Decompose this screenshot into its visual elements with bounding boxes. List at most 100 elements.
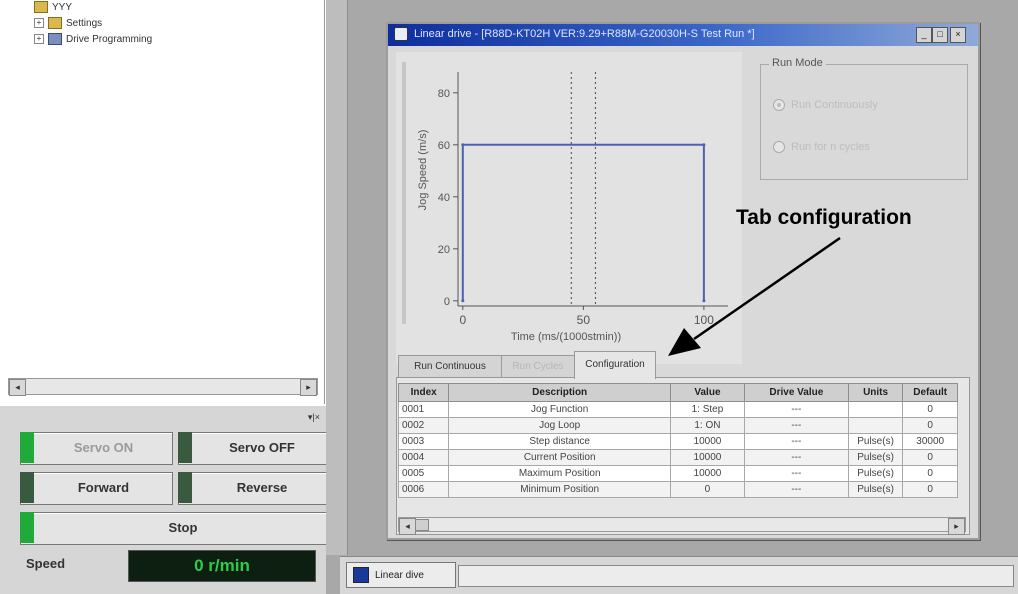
- description-cell: Minimum Position: [448, 481, 671, 498]
- app-icon: [394, 27, 408, 41]
- description-cell: Current Position: [448, 449, 671, 466]
- annotation-label: Tab configuration: [736, 206, 912, 229]
- chart-point: [702, 299, 706, 303]
- chart-scrollbar[interactable]: [402, 62, 406, 324]
- default-cell: 0: [902, 401, 958, 418]
- tab-run-continuous[interactable]: Run Continuous: [398, 355, 502, 378]
- reverse-button[interactable]: Reverse: [178, 472, 332, 505]
- column-header[interactable]: Drive Value: [743, 383, 849, 402]
- scroll-left-icon[interactable]: ◂: [9, 379, 26, 396]
- chart-point: [461, 143, 465, 147]
- workspace-splitter[interactable]: [326, 0, 348, 555]
- scroll-thumb[interactable]: [415, 519, 429, 531]
- minimize-icon[interactable]: _: [916, 27, 932, 43]
- table-row[interactable]: 0006 Minimum Position 0 --- Pulse(s) 0: [397, 481, 958, 498]
- jog-speed-chart: 0 20 40 60 80 0 50 100 Time (ms/(1000stmin)) Jo…: [396, 52, 742, 364]
- scroll-right-icon[interactable]: ▸: [948, 518, 965, 535]
- servo-off-button[interactable]: Servo OFF: [178, 432, 332, 465]
- value-cell[interactable]: 10000: [670, 465, 745, 482]
- window-titlebar[interactable]: Linear drive - [R88D-KT02H VER:9.29+R88M…: [388, 24, 978, 46]
- default-cell: 30000: [902, 433, 958, 450]
- close-icon[interactable]: ×: [950, 27, 966, 43]
- servo-off-led-icon: [178, 432, 192, 463]
- index-cell: 0003: [397, 433, 450, 450]
- run-cycles-radio[interactable]: Run for n cycles: [773, 141, 870, 153]
- taskbar-empty-area: [458, 565, 1014, 587]
- column-header[interactable]: Index: [397, 383, 450, 402]
- program-icon: [48, 33, 62, 45]
- panel-window-buttons[interactable]: ▾|×: [308, 412, 320, 423]
- forward-button[interactable]: Forward: [20, 472, 173, 505]
- jog-control-panel: ▾|× Servo ON Servo OFF Forward Reverse S…: [0, 404, 332, 594]
- units-cell: Pulse(s): [847, 433, 904, 450]
- column-header[interactable]: Default: [902, 383, 958, 402]
- parameter-table: Index Description Value Drive Value Unit…: [397, 383, 958, 498]
- table-row[interactable]: 0001 Jog Function 1: Step --- 0: [397, 401, 958, 418]
- value-cell[interactable]: 10000: [670, 449, 745, 466]
- tree-item-label: Settings: [66, 17, 103, 29]
- tree-item[interactable]: YYY: [34, 0, 72, 14]
- drive-value-cell: ---: [743, 465, 849, 482]
- servo-on-led-icon: [20, 432, 34, 463]
- value-cell[interactable]: 1: Step: [670, 401, 745, 418]
- table-row[interactable]: 0002 Jog Loop 1: ON --- 0: [397, 417, 958, 434]
- expand-icon[interactable]: +: [34, 18, 44, 28]
- column-header[interactable]: Value: [670, 383, 745, 402]
- tree-item-label: YYY: [52, 1, 73, 13]
- chart-y-tick-label: 0: [444, 296, 450, 308]
- app-icon: [353, 567, 369, 583]
- index-cell: 0006: [397, 481, 450, 498]
- description-cell: Jog Function: [448, 401, 671, 418]
- speed-label: Speed: [26, 556, 66, 571]
- scroll-right-icon[interactable]: ▸: [300, 379, 317, 396]
- servo-on-button[interactable]: Servo ON: [20, 432, 173, 465]
- value-cell[interactable]: 0: [670, 481, 745, 498]
- units-cell: [847, 401, 904, 418]
- stop-led-icon: [20, 512, 34, 543]
- default-cell: 0: [902, 465, 958, 482]
- column-header[interactable]: Units: [847, 383, 904, 402]
- tab-configuration[interactable]: Configuration: [574, 351, 656, 379]
- expand-icon[interactable]: +: [34, 34, 44, 44]
- tree-item-settings[interactable]: + Settings: [34, 16, 102, 30]
- horizontal-scrollbar[interactable]: ◂ ▸: [8, 378, 318, 396]
- tree-item-drive-programming[interactable]: + Drive Programming: [34, 32, 152, 46]
- linear-drive-window: Linear drive - [R88D-KT02H VER:9.29+R88M…: [386, 22, 980, 540]
- units-cell: [847, 417, 904, 434]
- units-cell: Pulse(s): [847, 449, 904, 466]
- tab-run-cycles[interactable]: Run Cycles: [501, 355, 575, 378]
- drive-value-cell: ---: [743, 401, 849, 418]
- drive-value-cell: ---: [743, 433, 849, 450]
- value-cell[interactable]: 1: ON: [670, 417, 745, 434]
- scroll-left-icon[interactable]: ◂: [399, 518, 416, 535]
- index-cell: 0001: [397, 401, 450, 418]
- chart-y-tick-label: 80: [438, 88, 450, 100]
- task-tab-linear-drive[interactable]: Linear dive: [346, 562, 456, 588]
- radio-icon: [773, 141, 785, 153]
- reverse-led-icon: [178, 472, 192, 503]
- table-row[interactable]: 0003 Step distance 10000 --- Pulse(s) 30…: [397, 433, 958, 450]
- column-header[interactable]: Description: [448, 383, 671, 402]
- description-cell: Jog Loop: [448, 417, 671, 434]
- speed-display: 0 r/min: [128, 550, 316, 582]
- forward-led-icon: [20, 472, 34, 503]
- chart-y-tick-label: 60: [438, 140, 450, 152]
- run-continuously-radio[interactable]: Run Continuously: [773, 99, 878, 111]
- table-header-row: Index Description Value Drive Value Unit…: [397, 383, 958, 402]
- stop-button[interactable]: Stop: [20, 512, 332, 545]
- maximize-icon[interactable]: □: [932, 27, 948, 43]
- table-row[interactable]: 0005 Maximum Position 10000 --- Pulse(s)…: [397, 465, 958, 482]
- units-cell: Pulse(s): [847, 481, 904, 498]
- drive-value-cell: ---: [743, 417, 849, 434]
- chart-x-axis-label: Time (ms/(1000stmin)): [511, 331, 621, 343]
- index-cell: 0004: [397, 449, 450, 466]
- table-horizontal-scrollbar[interactable]: ◂ ▸: [398, 517, 966, 535]
- chart-y-tick-label: 40: [438, 192, 450, 204]
- units-cell: Pulse(s): [847, 465, 904, 482]
- table-row[interactable]: 0004 Current Position 10000 --- Pulse(s)…: [397, 449, 958, 466]
- value-cell[interactable]: 10000: [670, 433, 745, 450]
- project-tree-panel: YYY + Settings + Drive Programming ◂ ▸: [0, 0, 325, 404]
- drive-value-cell: ---: [743, 481, 849, 498]
- run-mode-title: Run Mode: [769, 57, 826, 69]
- description-cell: Maximum Position: [448, 465, 671, 482]
